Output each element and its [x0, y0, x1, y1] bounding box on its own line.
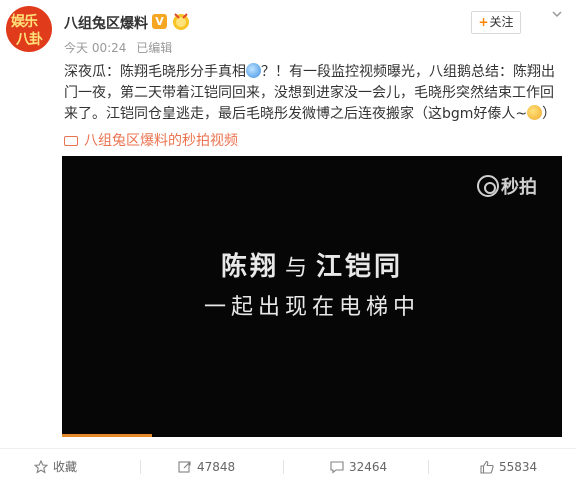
timestamp[interactable]: 今天 00:24 [64, 41, 126, 55]
video-link-label: 八组兔区爆料的秒拍视频 [84, 133, 238, 149]
comment-button[interactable]: 32464 [330, 459, 387, 475]
video-caption-line2: 一起出现在电梯中 [203, 295, 420, 320]
video-caption-line1: 陈翔与江铠同 [62, 246, 562, 283]
doraemon-emoji-icon [246, 63, 261, 78]
follow-label: 关注 [489, 15, 514, 29]
miaopai-logo-icon [477, 175, 499, 197]
plus-icon: + [478, 15, 489, 29]
username[interactable]: 八组兔区爆料 [64, 13, 148, 33]
chevron-down-icon[interactable] [551, 8, 563, 20]
comment-icon [330, 461, 344, 474]
post-text: 深夜瓜：陈翔毛晓彤分手真相 ？！有一段监控视频曝光，八组鹅总结：陈翔出门一夜，第二… [64, 62, 564, 125]
divider [283, 460, 284, 474]
video-link[interactable]: 八组兔区爆料的秒拍视频 [64, 130, 238, 150]
video-icon [64, 136, 78, 146]
divider [140, 460, 141, 474]
favorite-label: 收藏 [53, 460, 78, 474]
medal-icon [173, 13, 189, 30]
favorite-button[interactable]: 收藏 [33, 459, 78, 475]
caption-name-a: 陈翔 [220, 252, 279, 282]
post-text-part3: ） [542, 106, 557, 122]
miaopai-watermark: 秒拍 [477, 173, 537, 199]
drool-emoji-icon [527, 105, 543, 120]
caption-name-b: 江铠同 [316, 252, 404, 282]
video-player[interactable]: 秒拍 陈翔与江铠同 一起出现在电梯中 [62, 156, 562, 437]
avatar[interactable]: 娱乐 八卦 [6, 6, 52, 52]
divider [428, 460, 429, 474]
repost-button[interactable]: 47848 [178, 459, 235, 475]
post-meta: 今天 00:24 已编辑 [64, 39, 178, 56]
post-text-part1: 深夜瓜：陈翔毛晓彤分手真相 [64, 64, 246, 80]
like-count: 55834 [499, 460, 538, 474]
follow-button[interactable]: +关注 [471, 11, 521, 34]
avatar-text-2: 八卦 [16, 32, 43, 48]
action-bar: 收藏 47848 32464 55834 [0, 448, 576, 485]
comment-count: 32464 [349, 460, 388, 474]
like-button[interactable]: 55834 [480, 459, 537, 475]
avatar-text-1: 娱乐 [11, 14, 38, 30]
watermark-text: 秒拍 [501, 177, 537, 198]
repost-count: 47848 [197, 460, 236, 474]
repost-icon [178, 461, 191, 473]
verified-badge-icon: V [152, 14, 167, 29]
favorite-star-icon [33, 459, 49, 474]
like-thumb-icon [480, 460, 494, 474]
edited-label: 已编辑 [136, 41, 173, 55]
video-progress-bar[interactable] [62, 434, 152, 437]
caption-amp: 与 [284, 256, 310, 281]
